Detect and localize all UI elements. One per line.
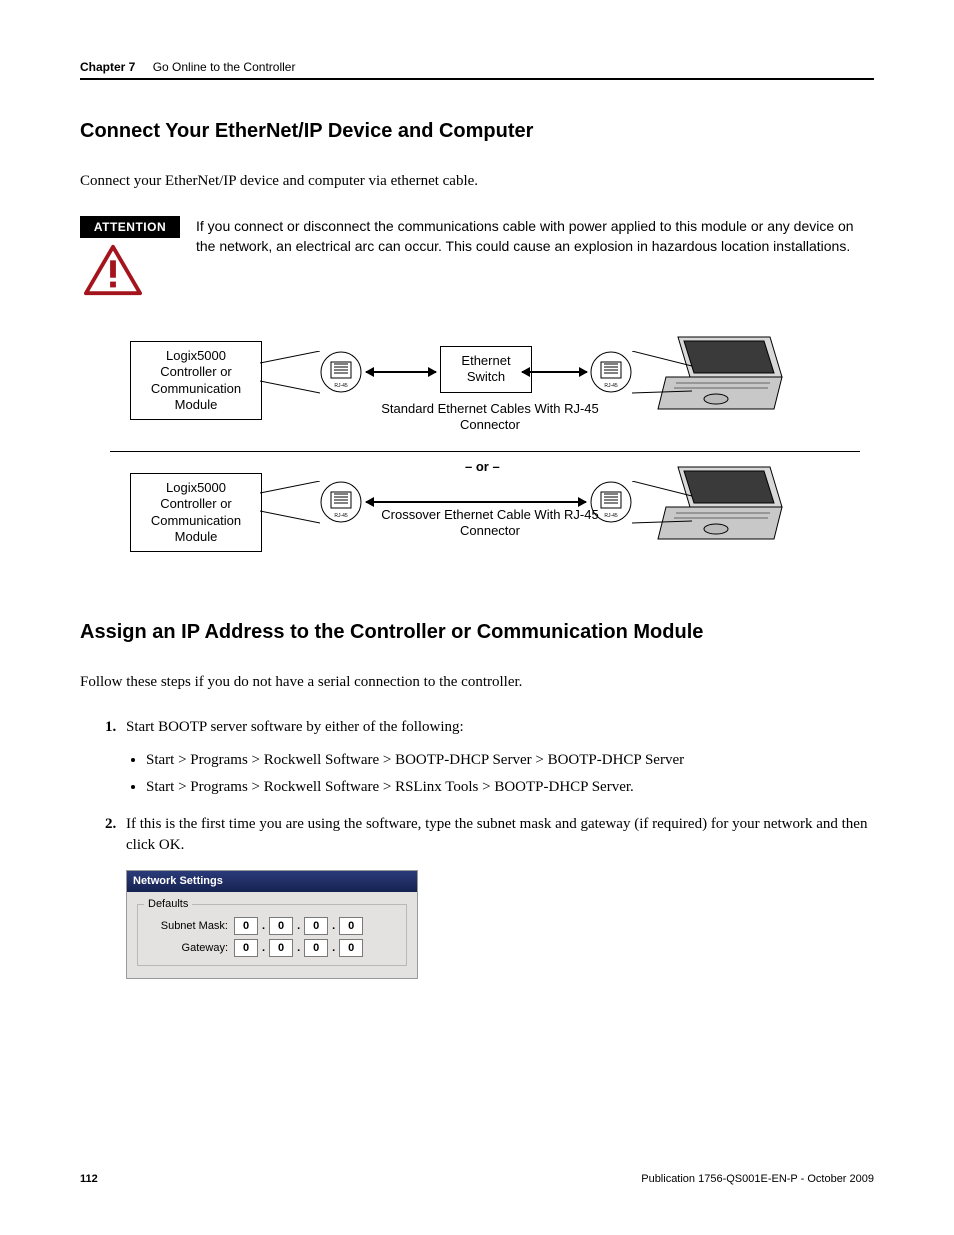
section-heading-assign: Assign an IP Address to the Controller o…: [80, 621, 874, 644]
zoom-lines-icon: [632, 351, 692, 401]
page-number: 112: [80, 1173, 98, 1185]
switch-label: Ethernet Switch: [440, 346, 532, 393]
chapter-title: Go Online to the Controller: [153, 60, 296, 74]
connection-diagram: Logix5000 Controller or Communication Mo…: [110, 341, 874, 591]
step-2-text: If this is the first time you are using …: [126, 816, 867, 853]
section-intro-connect: Connect your EtherNet/IP device and comp…: [80, 171, 874, 192]
or-label: – or –: [465, 459, 500, 474]
publication-id: Publication 1756-QS001E-EN-P - October 2…: [641, 1173, 874, 1185]
rj45-jack-icon: RJ-45: [320, 481, 362, 523]
jack-label: RJ-45: [334, 513, 348, 519]
page-footer: 112 Publication 1756-QS001E-EN-P - Octob…: [80, 1173, 874, 1185]
arrow-icon: [366, 501, 586, 503]
jack-label: RJ-45: [604, 513, 618, 519]
network-settings-dialog: Network Settings Defaults Subnet Mask: 0…: [126, 870, 418, 979]
subnet-label: Subnet Mask:: [144, 919, 234, 934]
rj45-jack-icon: RJ-45: [590, 351, 632, 393]
gateway-label: Gateway:: [144, 941, 234, 956]
arrow-icon: [366, 371, 436, 373]
step-1-text: Start BOOTP server software by either of…: [126, 719, 464, 735]
defaults-legend: Defaults: [144, 897, 192, 912]
attention-label: ATTENTION: [80, 216, 180, 238]
module-label-bottom: Logix5000 Controller or Communication Mo…: [130, 473, 262, 552]
zoom-lines-icon: [632, 481, 692, 531]
jack-label: RJ-45: [604, 383, 618, 389]
dialog-body: Defaults Subnet Mask: 0. 0. 0. 0 Gateway…: [127, 892, 417, 978]
jack-label: RJ-45: [334, 383, 348, 389]
steps-list: Start BOOTP server software by either of…: [80, 717, 874, 979]
defaults-group: Defaults Subnet Mask: 0. 0. 0. 0 Gateway…: [137, 904, 407, 966]
xover-cable-label: Crossover Ethernet Cable With RJ-45 Conn…: [380, 507, 600, 540]
chapter-header: Chapter 7 Go Online to the Controller: [80, 60, 874, 80]
std-cable-label: Standard Ethernet Cables With RJ-45 Conn…: [380, 401, 600, 434]
chapter-number: Chapter 7: [80, 60, 135, 74]
subnet-octet-3[interactable]: 0: [304, 917, 328, 935]
separator: [110, 451, 860, 452]
subnet-octet-2[interactable]: 0: [269, 917, 293, 935]
step-1-paths: Start > Programs > Rockwell Software > B…: [126, 750, 874, 798]
zoom-lines-icon: [260, 351, 320, 401]
gateway-octet-2[interactable]: 0: [269, 939, 293, 957]
attention-col: ATTENTION: [80, 216, 180, 301]
arrow-icon: [522, 371, 587, 373]
zoom-lines-icon: [260, 481, 320, 531]
attention-block: ATTENTION If you connect or disconnect t…: [80, 216, 874, 301]
step-1: Start BOOTP server software by either of…: [120, 717, 874, 798]
gateway-octet-3[interactable]: 0: [304, 939, 328, 957]
dialog-title: Network Settings: [127, 871, 417, 892]
module-label-top: Logix5000 Controller or Communication Mo…: [130, 341, 262, 420]
gateway-octet-4[interactable]: 0: [339, 939, 363, 957]
section-heading-connect: Connect Your EtherNet/IP Device and Comp…: [80, 120, 874, 143]
subnet-row: Subnet Mask: 0. 0. 0. 0: [144, 917, 400, 935]
subnet-octet-1[interactable]: 0: [234, 917, 258, 935]
step-2: If this is the first time you are using …: [120, 814, 874, 979]
attention-text: If you connect or disconnect the communi…: [196, 216, 874, 257]
gateway-octet-1[interactable]: 0: [234, 939, 258, 957]
warning-icon: [84, 244, 142, 296]
page: Chapter 7 Go Online to the Controller Co…: [0, 0, 954, 1235]
gateway-row: Gateway: 0. 0. 0. 0: [144, 939, 400, 957]
path-2: Start > Programs > Rockwell Software > R…: [146, 777, 874, 798]
subnet-octet-4[interactable]: 0: [339, 917, 363, 935]
section-intro-assign: Follow these steps if you do not have a …: [80, 672, 874, 693]
path-1: Start > Programs > Rockwell Software > B…: [146, 750, 874, 771]
rj45-jack-icon: RJ-45: [320, 351, 362, 393]
